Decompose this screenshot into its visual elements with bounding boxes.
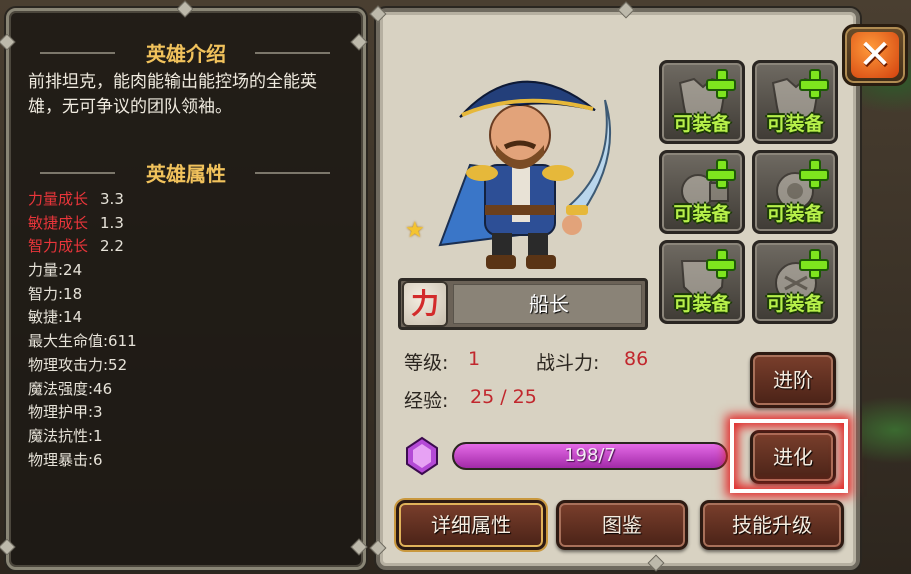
- stat-row: 魔法强度:46: [28, 379, 113, 398]
- level-label: 等级:: [404, 352, 449, 374]
- stat-row: 力量:24: [28, 261, 83, 280]
- equipment-slot[interactable]: 可装备: [659, 150, 745, 234]
- plus-icon: [799, 249, 829, 279]
- equipment-slot-label: 可装备: [673, 113, 731, 135]
- equipment-slot-label: 可装备: [766, 293, 824, 315]
- equipment-slot-label: 可装备: [766, 203, 824, 225]
- soul-stone-progress-bar: 198/7: [452, 442, 728, 470]
- exp-value: 25 / 25: [470, 386, 537, 408]
- stat-row: 物理护甲:3: [28, 403, 103, 422]
- strength-type-badge: 力: [402, 281, 448, 327]
- close-button[interactable]: ✕: [842, 24, 908, 86]
- stat-row: 最大生命值:611: [28, 332, 137, 351]
- soul-stone-icon: [406, 436, 438, 476]
- exp-label: 经验:: [404, 390, 449, 412]
- equipment-slot[interactable]: 可装备: [752, 240, 838, 324]
- equipment-slot[interactable]: 可装备: [659, 240, 745, 324]
- advance-button[interactable]: 进阶: [750, 352, 836, 408]
- growth-row: 力量成长 3.3: [28, 190, 124, 208]
- equipment-slot[interactable]: 可装备: [659, 60, 745, 144]
- equipment-slot-label: 可装备: [673, 293, 731, 315]
- panel-rivet: [350, 538, 368, 556]
- intro-text: 前排坦克，能肉能输出能控场的全能英雄，无可争议的团队领袖。: [28, 72, 317, 117]
- hero-portrait: [438, 80, 611, 269]
- plus-icon: [799, 69, 829, 99]
- attribute-list: 力量成长 3.3 敏捷成长 1.3 智力成长 2.2 力量:24 智力:18 敏捷:1…: [28, 188, 137, 472]
- panel-rivet: [647, 554, 665, 572]
- atlas-button[interactable]: 图鉴: [556, 500, 688, 550]
- stat-row: 物理攻击力:52: [28, 355, 128, 374]
- details-button[interactable]: 详细属性: [396, 500, 546, 550]
- growth-row: 智力成长 2.2: [28, 237, 124, 256]
- stat-row: 敏捷:14: [28, 308, 83, 327]
- plus-icon: [706, 159, 736, 189]
- level-value: 1: [468, 348, 481, 370]
- equipment-slot[interactable]: 可装备: [752, 60, 838, 144]
- star-icon: ★: [405, 218, 425, 243]
- plus-icon: [706, 69, 736, 99]
- equipment-slot-label: 可装备: [766, 113, 824, 135]
- skill-upgrade-button[interactable]: 技能升级: [700, 500, 844, 550]
- stat-row: 魔法抗性:1: [28, 426, 103, 445]
- stat-row: 物理暴击:6: [28, 450, 103, 469]
- plus-icon: [706, 249, 736, 279]
- evolve-button[interactable]: 进化: [750, 430, 836, 484]
- growth-row: 敏捷成长 1.3: [28, 213, 124, 232]
- attributes-title: 英雄属性: [146, 162, 226, 186]
- equipment-slot-label: 可装备: [673, 203, 731, 225]
- plus-icon: [799, 159, 829, 189]
- power-label: 战斗力:: [536, 352, 600, 374]
- equipment-slot[interactable]: 可装备: [752, 150, 838, 234]
- soul-stone-progress-text: 198/7: [564, 445, 616, 466]
- stat-row: 智力:18: [28, 284, 83, 303]
- intro-title: 英雄介绍: [146, 42, 226, 66]
- hero-name: 船长: [529, 292, 569, 316]
- close-icon: ✕: [851, 32, 899, 78]
- power-value: 86: [624, 348, 649, 370]
